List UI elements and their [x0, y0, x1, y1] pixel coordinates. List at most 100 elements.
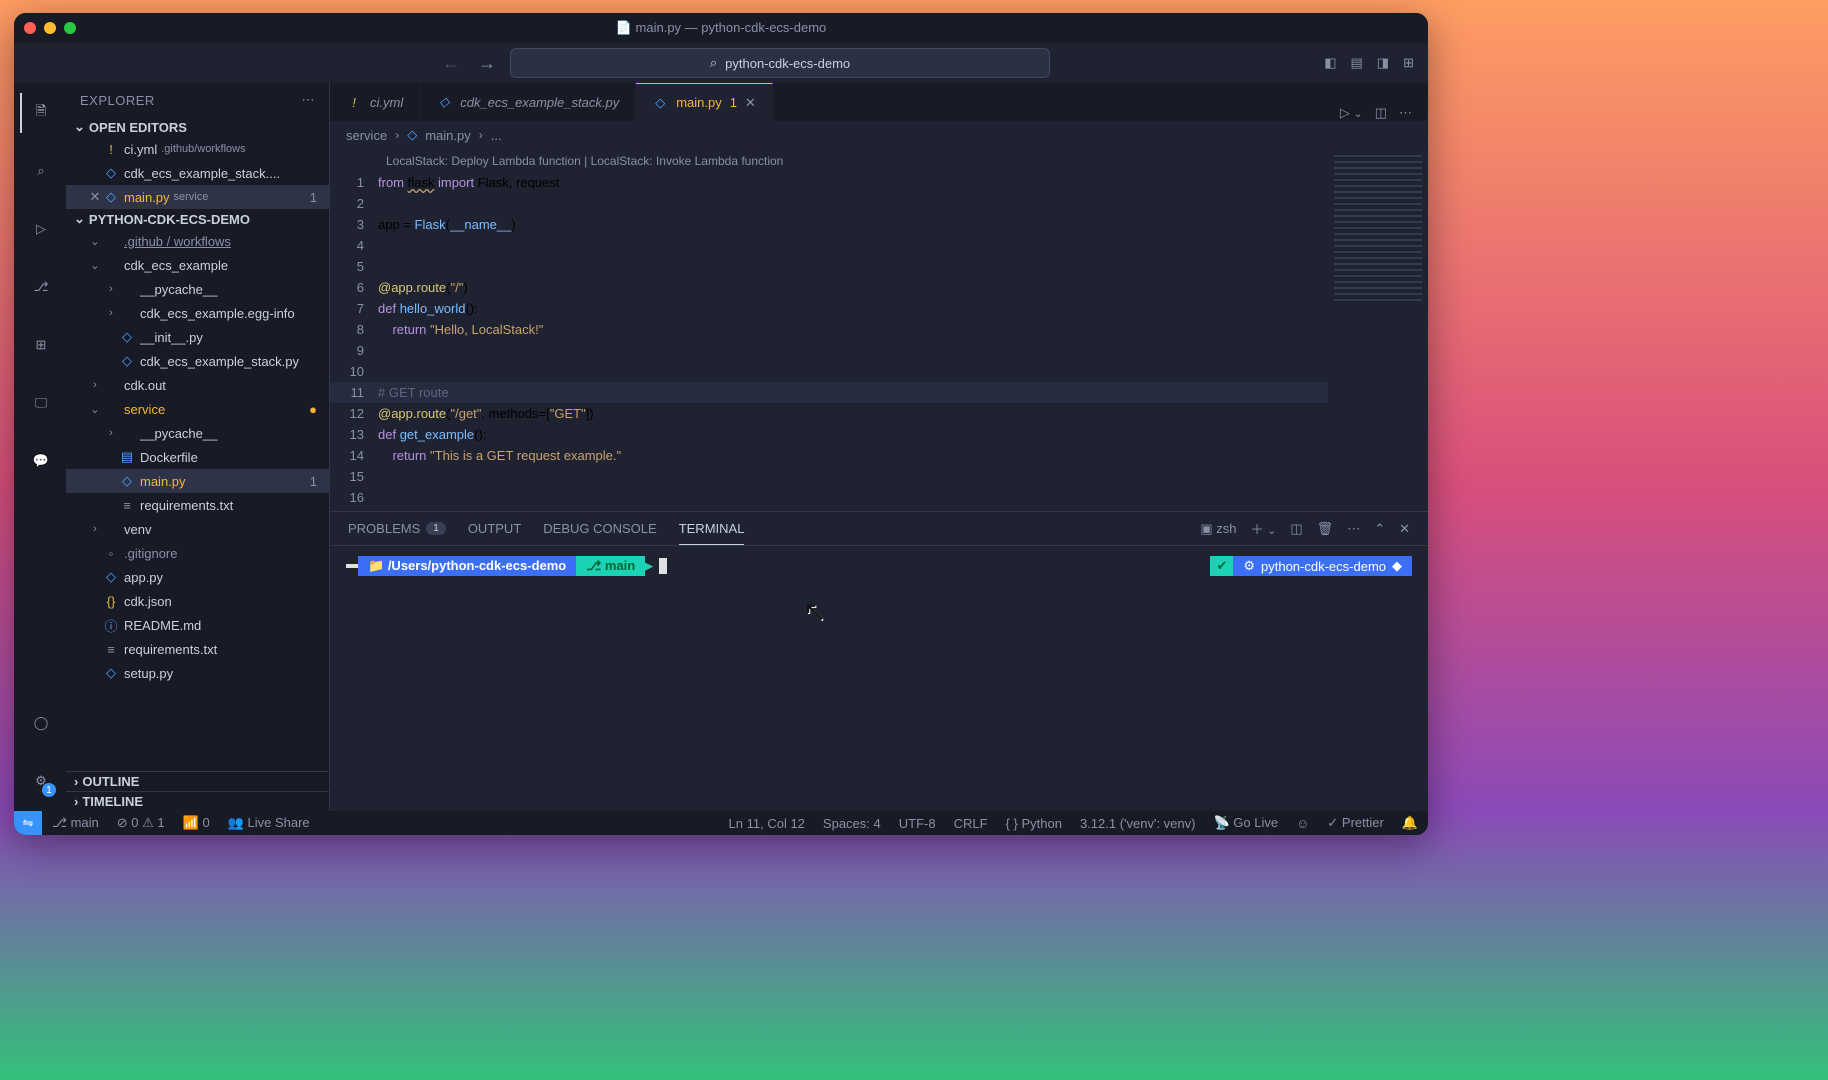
- golive-status[interactable]: 📡 Go Live: [1213, 815, 1278, 831]
- branch-status[interactable]: ⎇ main: [52, 815, 99, 831]
- file-item[interactable]: ◇main.py1: [66, 469, 329, 493]
- folder-item[interactable]: ⌄cdk_ecs_example: [66, 253, 329, 277]
- folder-item[interactable]: ⌄service●: [66, 397, 329, 421]
- interpreter-status[interactable]: 3.12.1 ('venv': venv): [1080, 816, 1196, 831]
- settings-gear-icon[interactable]: ⚙: [20, 761, 60, 801]
- breadcrumb-item[interactable]: service: [346, 128, 387, 143]
- folder-item[interactable]: ⌄.github / workflows: [66, 229, 329, 253]
- problems-tab[interactable]: PROBLEMS 1: [348, 512, 446, 545]
- outline-section[interactable]: › OUTLINE: [66, 771, 329, 791]
- notifications-bell-icon[interactable]: 🔔: [1402, 815, 1418, 831]
- toggle-panel-icon[interactable]: ▤: [1351, 55, 1363, 71]
- encoding-status[interactable]: UTF-8: [899, 816, 936, 831]
- code-line[interactable]: 10: [330, 361, 1328, 382]
- breadcrumbs[interactable]: service › ◇ main.py › ...: [330, 121, 1428, 149]
- code-line[interactable]: 15: [330, 466, 1328, 487]
- ports-status[interactable]: 📶 0: [183, 815, 210, 831]
- file-item[interactable]: ◦.gitignore: [66, 541, 329, 565]
- code-line[interactable]: 5: [330, 256, 1328, 277]
- folder-item[interactable]: ›cdk_ecs_example.egg-info: [66, 301, 329, 325]
- titlebar[interactable]: 📄 main.py — python-cdk-ecs-demo: [14, 13, 1428, 43]
- remote-explorer-tab-icon[interactable]: 🖵: [20, 383, 60, 423]
- editor-tab[interactable]: ◇cdk_ecs_example_stack.py: [420, 83, 636, 121]
- breadcrumb-item[interactable]: main.py: [425, 128, 471, 143]
- code-line[interactable]: 1from flask import Flask, request: [330, 172, 1328, 193]
- toggle-primary-sidebar-icon[interactable]: ◧: [1324, 55, 1336, 71]
- folder-item[interactable]: ›venv: [66, 517, 329, 541]
- remote-indicator-icon[interactable]: ⇋: [14, 811, 42, 835]
- editor-tab[interactable]: ◇main.py 1 ✕: [636, 83, 773, 121]
- editor-more-icon[interactable]: ⋯: [1399, 105, 1412, 121]
- terminal-tab[interactable]: TERMINAL: [679, 512, 745, 545]
- maximize-panel-icon[interactable]: ⌃: [1374, 521, 1385, 537]
- customize-layout-icon[interactable]: ⊞: [1403, 55, 1414, 71]
- editor-body[interactable]: LocalStack: Deploy Lambda function | Loc…: [330, 149, 1328, 511]
- accounts-icon[interactable]: ◯: [20, 703, 60, 743]
- code-line[interactable]: 12@app.route("/get", methods=["GET"]): [330, 403, 1328, 424]
- code-line[interactable]: 6@app.route("/"): [330, 277, 1328, 298]
- file-item[interactable]: {}cdk.json: [66, 589, 329, 613]
- file-item[interactable]: ◇__init__.py: [66, 325, 329, 349]
- extensions-tab-icon[interactable]: ⊞: [20, 325, 60, 365]
- explorer-tab-icon[interactable]: 🗎: [20, 93, 60, 133]
- code-line[interactable]: 16: [330, 487, 1328, 508]
- split-terminal-icon[interactable]: ◫: [1290, 521, 1302, 537]
- output-tab[interactable]: OUTPUT: [468, 512, 521, 545]
- search-tab-icon[interactable]: ⌕: [20, 151, 60, 191]
- feedback-icon[interactable]: ☺: [1296, 816, 1309, 831]
- language-mode[interactable]: { } Python: [1006, 816, 1062, 831]
- liveshare-status[interactable]: 👥 Live Share: [228, 815, 310, 831]
- terminal-body[interactable]: 📁 /Users/python-cdk-ecs-demo ⎇ main ▶ ✔ …: [330, 546, 1428, 811]
- folder-item[interactable]: ›__pycache__: [66, 421, 329, 445]
- file-item[interactable]: ◇app.py: [66, 565, 329, 589]
- code-line[interactable]: 7def hello_world():: [330, 298, 1328, 319]
- zoom-window-icon[interactable]: [64, 22, 76, 34]
- code-line[interactable]: 13def get_example():: [330, 424, 1328, 445]
- split-editor-icon[interactable]: ◫: [1375, 105, 1387, 121]
- explorer-more-icon[interactable]: ⋯: [302, 92, 316, 108]
- code-line[interactable]: 11# GET route: [330, 382, 1328, 403]
- debug-console-tab[interactable]: DEBUG CONSOLE: [543, 512, 656, 545]
- close-icon[interactable]: ✕: [745, 95, 756, 111]
- close-panel-icon[interactable]: ✕: [1399, 521, 1410, 537]
- code-lens[interactable]: LocalStack: Deploy Lambda function | Loc…: [330, 149, 1328, 172]
- scm-tab-icon[interactable]: ⎇: [20, 267, 60, 307]
- kill-terminal-icon[interactable]: 🗑: [1317, 521, 1334, 537]
- code-line[interactable]: 4: [330, 235, 1328, 256]
- error-warning-status[interactable]: ⊘ 0 ⚠ 1: [117, 815, 165, 831]
- project-section[interactable]: ⌄ PYTHON-CDK-ECS-DEMO: [66, 209, 329, 229]
- breadcrumb-item[interactable]: ...: [491, 128, 502, 143]
- file-item[interactable]: ≡requirements.txt: [66, 493, 329, 517]
- code-line[interactable]: 9: [330, 340, 1328, 361]
- eol-status[interactable]: CRLF: [954, 816, 988, 831]
- file-item[interactable]: ⓘREADME.md: [66, 613, 329, 637]
- close-icon[interactable]: ✕: [88, 189, 102, 205]
- prettier-status[interactable]: ✓ Prettier: [1327, 815, 1383, 831]
- cursor-position[interactable]: Ln 11, Col 12: [729, 816, 805, 831]
- file-item[interactable]: ◇setup.py: [66, 661, 329, 685]
- code-line[interactable]: 3app = Flask(__name__): [330, 214, 1328, 235]
- nav-back-icon[interactable]: ←: [438, 53, 464, 74]
- editor-tab[interactable]: !ci.yml: [330, 83, 420, 121]
- toggle-secondary-sidebar-icon[interactable]: ◨: [1377, 55, 1389, 71]
- open-editor-item[interactable]: ✕◇main.py service1: [66, 185, 329, 209]
- file-item[interactable]: ▤Dockerfile: [66, 445, 329, 469]
- minimize-window-icon[interactable]: [44, 22, 56, 34]
- open-editor-item[interactable]: !ci.yml .github/workflows: [66, 137, 329, 161]
- folder-item[interactable]: ›cdk.out: [66, 373, 329, 397]
- code-line[interactable]: 14 return "This is a GET request example…: [330, 445, 1328, 466]
- minimap[interactable]: [1328, 149, 1428, 511]
- open-editors-section[interactable]: ⌄ OPEN EDITORS: [66, 117, 329, 137]
- nav-forward-icon[interactable]: →: [474, 53, 500, 74]
- indentation-status[interactable]: Spaces: 4: [823, 816, 881, 831]
- code-line[interactable]: 2: [330, 193, 1328, 214]
- code-line[interactable]: 8 return "Hello, LocalStack!": [330, 319, 1328, 340]
- command-center-search[interactable]: ⌕ python-cdk-ecs-demo: [510, 48, 1050, 78]
- panel-more-icon[interactable]: ⋯: [1347, 521, 1360, 537]
- folder-item[interactable]: ›__pycache__: [66, 277, 329, 301]
- file-item[interactable]: ≡requirements.txt: [66, 637, 329, 661]
- new-terminal-icon[interactable]: ＋ ⌄: [1251, 519, 1277, 538]
- open-editor-item[interactable]: ◇cdk_ecs_example_stack....: [66, 161, 329, 185]
- run-debug-tab-icon[interactable]: ▷: [20, 209, 60, 249]
- run-icon[interactable]: ▷ ⌄: [1340, 105, 1363, 121]
